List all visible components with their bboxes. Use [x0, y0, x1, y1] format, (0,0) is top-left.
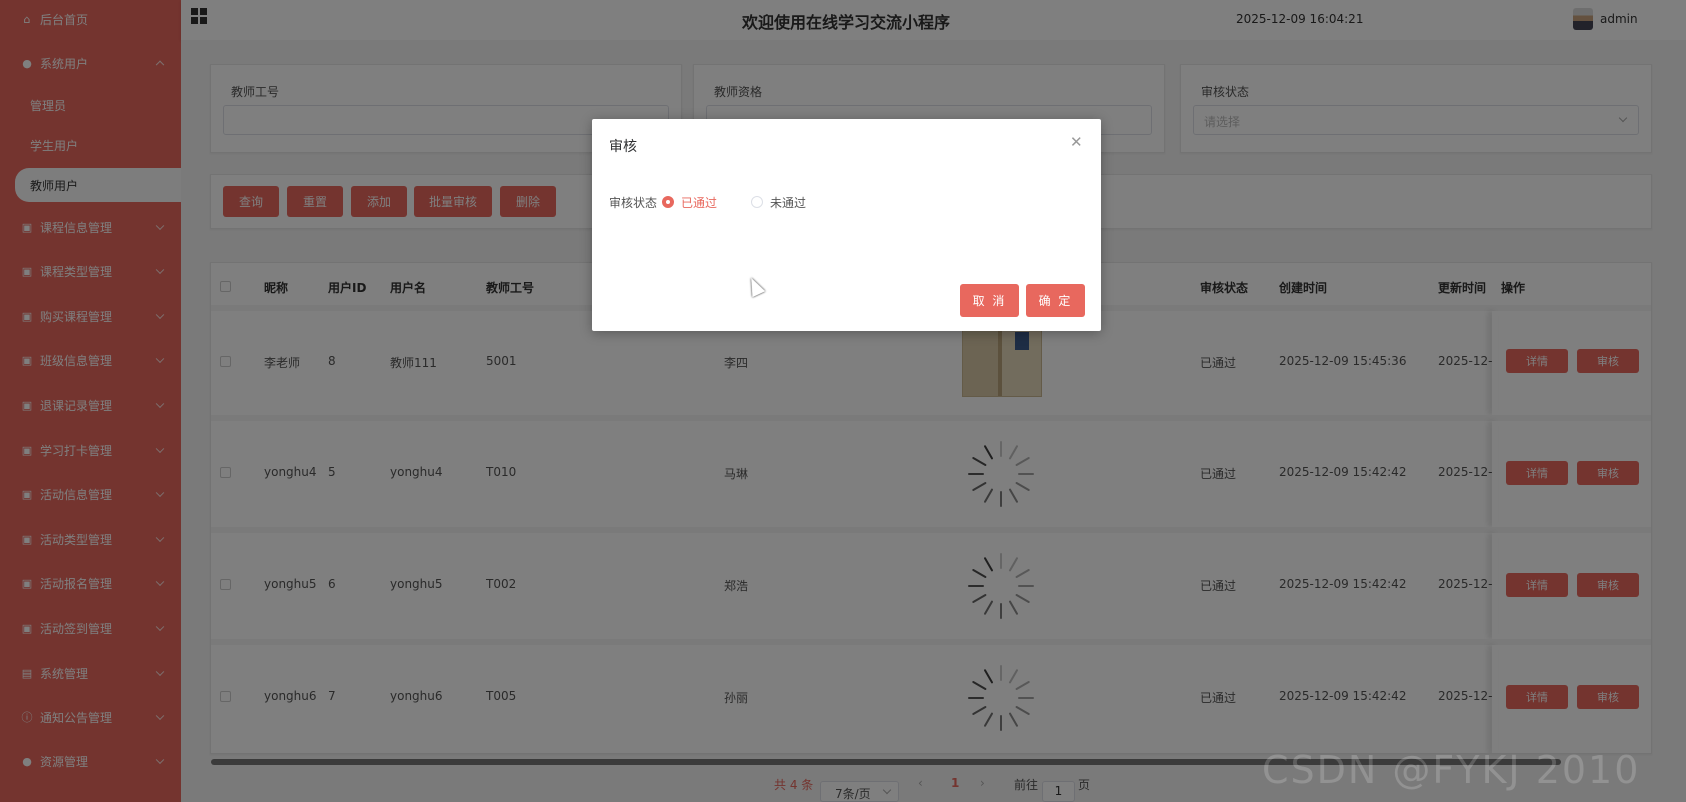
- review-dialog: 审核 ✕ 审核状态 已通过 未通过 取 消 确 定: [592, 119, 1101, 331]
- radio-fail-label[interactable]: 未通过: [770, 194, 806, 211]
- dialog-title: 审核: [609, 139, 637, 155]
- watermark: CSDN @FYKJ 2010: [1262, 748, 1641, 792]
- close-icon[interactable]: ✕: [1070, 133, 1083, 151]
- radio-pass-label[interactable]: 已通过: [681, 194, 717, 211]
- radio-fail[interactable]: [751, 196, 763, 208]
- confirm-button[interactable]: 确 定: [1026, 284, 1085, 317]
- radio-pass[interactable]: [662, 196, 674, 208]
- cancel-button[interactable]: 取 消: [960, 284, 1019, 317]
- review-status-label: 审核状态: [609, 196, 658, 210]
